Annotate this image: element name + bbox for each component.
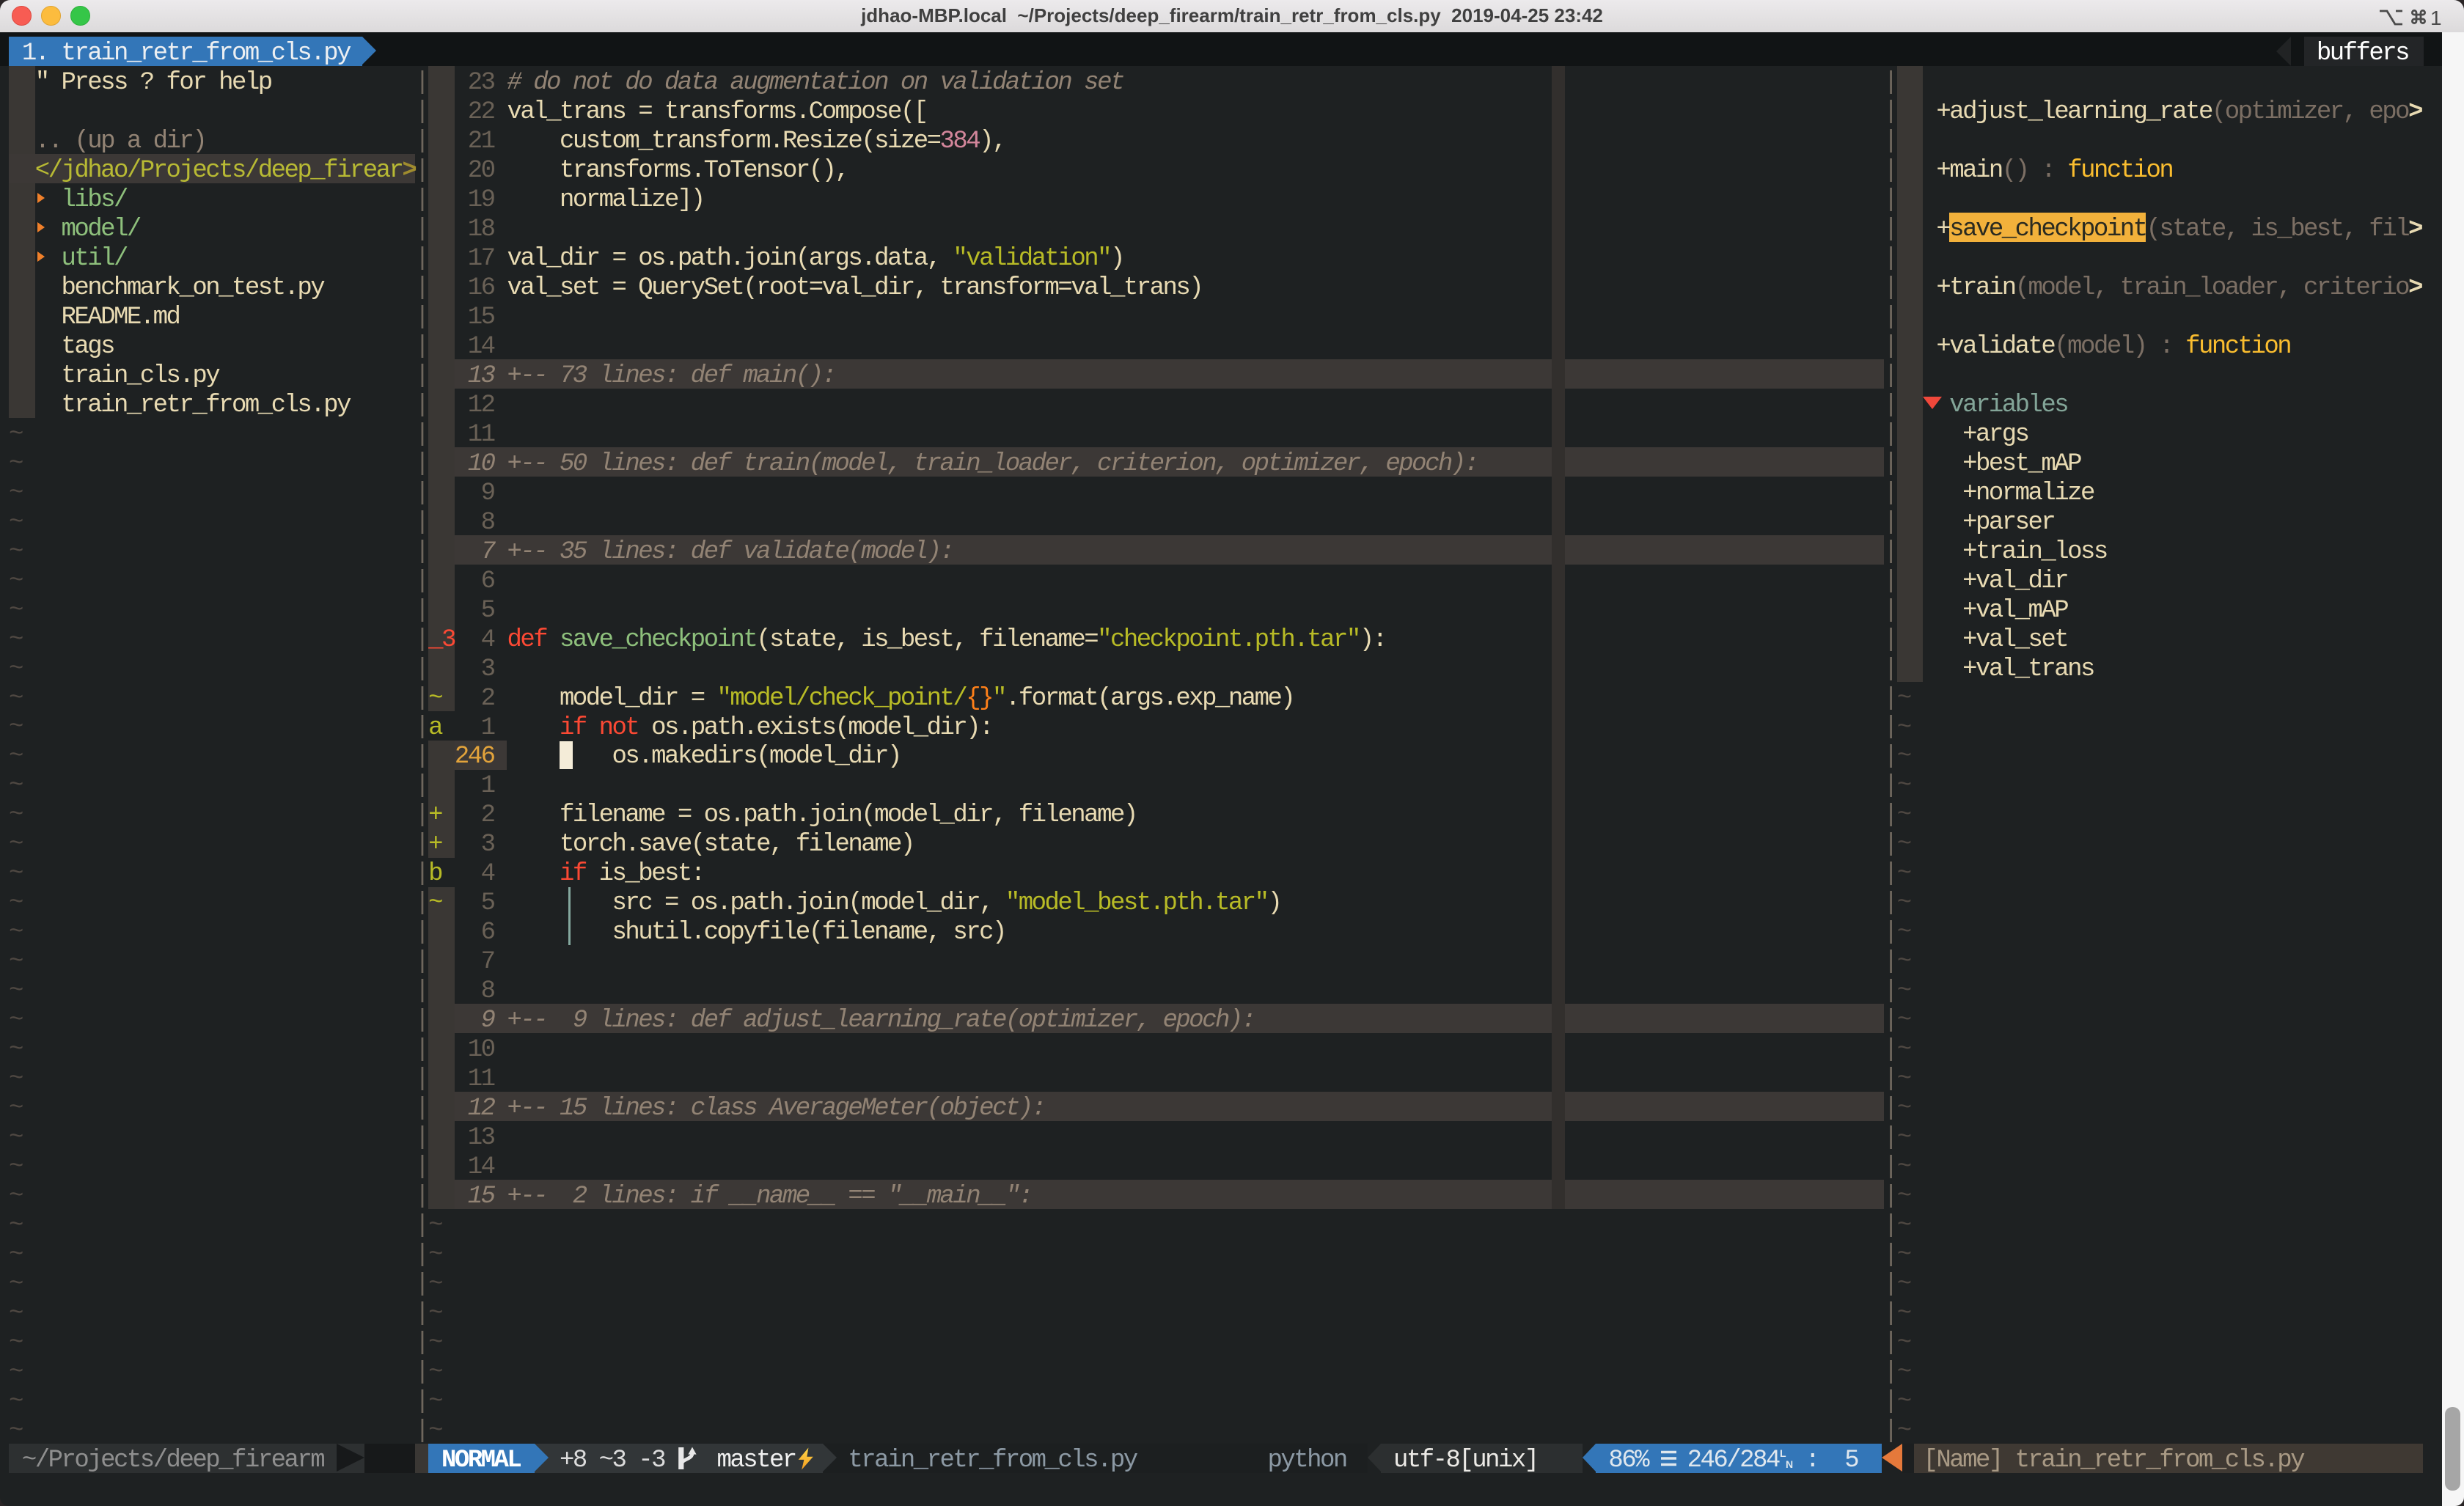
svg-text:L: L	[1780, 1447, 1786, 1459]
svg-text:1: 1	[2430, 7, 2442, 29]
svg-text:N: N	[1786, 1458, 1793, 1469]
